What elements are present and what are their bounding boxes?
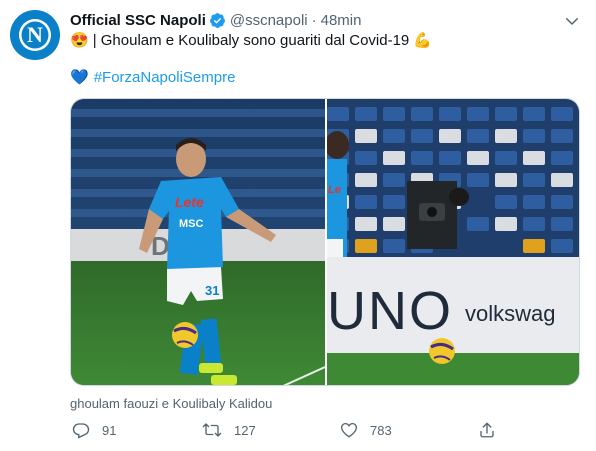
jersey-brand: MSC [179,218,204,230]
media-caption[interactable]: ghoulam faouzi e Koulibaly Kalidou [70,396,272,411]
tweet-header: Official SSC Napoli @sscnapoli · 48min [70,10,361,30]
shorts-number: 31 [205,283,219,298]
tweet-text: | Ghoulam e Koulibaly sono guariti dal C… [92,32,410,49]
avatar[interactable]: N [10,10,60,60]
hashtag-link[interactable]: #ForzaNapoliSempre [94,69,236,86]
reply-button[interactable]: 91 [72,420,116,440]
verified-badge-icon [209,12,226,29]
svg-text:N: N [27,22,43,47]
board-text-left: UNO [327,281,453,341]
timestamp[interactable]: 48min [321,12,362,29]
svg-text:Le: Le [328,184,341,196]
retweet-button[interactable]: 127 [202,420,256,440]
flexed-biceps-emoji: 💪 [413,32,432,49]
photo-koulibaly[interactable]: Le UNO volkswag [327,99,579,385]
jersey-sponsor: Lete [175,194,204,210]
board-text-right: volkswag [465,301,555,326]
reply-icon [72,423,90,439]
reply-count: 91 [102,422,117,438]
retweet-count: 127 [234,422,256,438]
heart-eyes-emoji: 😍 [70,32,89,49]
handle[interactable]: @sscnapoli [230,12,308,29]
napoli-logo-icon: N [11,11,59,59]
like-count: 783 [370,422,392,438]
share-icon [480,422,494,438]
blue-heart-emoji: 💙 [70,69,89,86]
tweet[interactable]: N Official SSC Napoli @sscnapoli · 48min… [0,0,596,451]
tweet-text-line-2: 💙 #ForzaNapoliSempre [70,69,235,86]
like-button[interactable]: 783 [340,420,392,440]
retweet-icon [202,423,222,437]
display-name[interactable]: Official SSC Napoli [70,12,206,29]
tweet-actions: 91 127 783 [70,420,580,440]
separator-dot: · [311,11,317,29]
photo-ghoulam[interactable]: DA 31 [71,99,325,385]
media-grid: DA 31 [70,98,580,386]
like-icon [340,422,358,438]
share-button[interactable] [478,420,496,440]
more-icon[interactable] [563,12,581,30]
tweet-text-line-1: 😍 | Ghoulam e Koulibaly sono guariti dal… [70,32,432,49]
